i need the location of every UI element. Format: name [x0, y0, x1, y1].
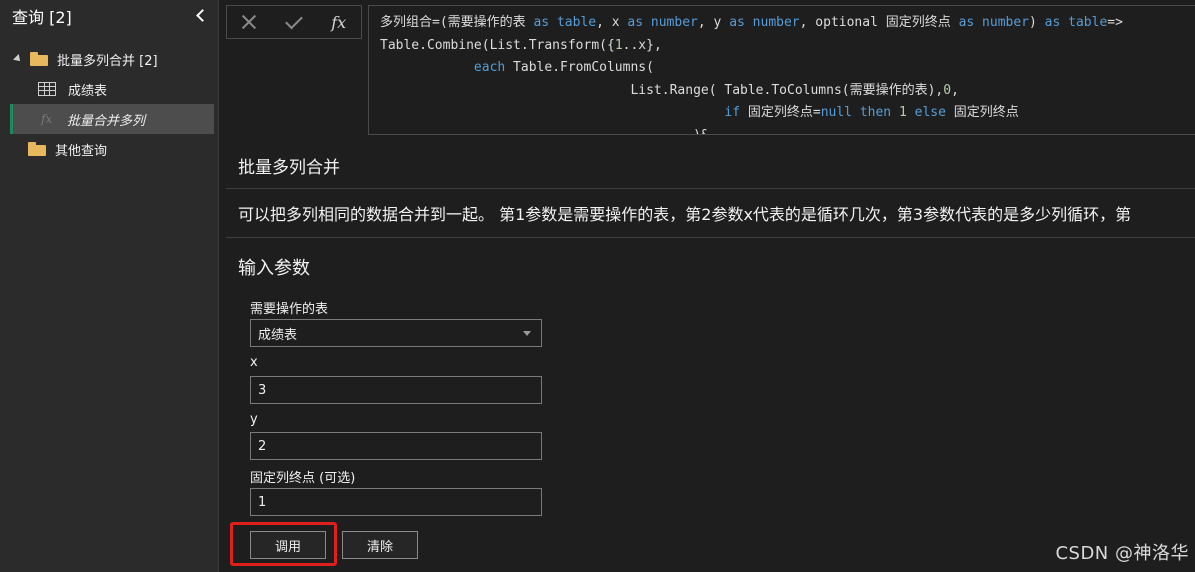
- cancel-formula-button[interactable]: [227, 6, 272, 38]
- clear-button[interactable]: 清除: [342, 531, 418, 559]
- query-group-label: 其他查询: [55, 143, 108, 159]
- formula-actions: fx: [226, 5, 362, 39]
- code-line: Table.Combine(List.Transform({1..x},: [380, 35, 1195, 58]
- param-table-label: 需要操作的表: [250, 302, 329, 317]
- y-input[interactable]: 2: [250, 432, 542, 460]
- query-item-label: 批量合并多列: [67, 113, 146, 129]
- query-group-label: 批量多列合并 [2]: [57, 53, 158, 69]
- code-line-6: )&: [380, 128, 709, 134]
- param-end-label: 固定列终点 (可选): [250, 471, 356, 486]
- query-item-function[interactable]: fx 批量合并多列: [10, 104, 214, 134]
- code-line: List.Range( Table.ToColumns(需要操作的表),0,: [380, 80, 1195, 103]
- table-icon: [38, 82, 56, 96]
- close-icon: [240, 13, 258, 31]
- collapse-chevron-icon[interactable]: [194, 9, 208, 23]
- folder-icon: [30, 52, 48, 66]
- code-line-5: if 固定列终点=null then 1 else 固定列终点: [724, 105, 1019, 121]
- commit-formula-button[interactable]: [272, 6, 317, 38]
- function-panel: 批量多列合并 可以把多列相同的数据合并到一起。 第1参数是需要操作的表，第2参数…: [226, 143, 1195, 280]
- queries-pane: 查询 [2] 批量多列合并 [2] 成绩表 fx 批量合并多列 其他查询: [0, 0, 219, 572]
- code-line-2: Table.Combine(List.Transform({1..x},: [380, 37, 662, 53]
- y-input-value: 2: [258, 438, 267, 454]
- check-icon: [285, 11, 303, 29]
- queries-pane-title: 查询 [2]: [12, 8, 72, 27]
- chevron-down-icon: [523, 331, 531, 336]
- query-tree: 批量多列合并 [2] 成绩表 fx 批量合并多列 其他查询: [0, 44, 218, 164]
- code-line: 多列组合=(需要操作的表 as table, x as number, y as…: [380, 12, 1195, 35]
- function-icon: fx: [41, 112, 53, 126]
- param-y-label: y: [250, 412, 258, 427]
- function-title: 批量多列合并: [226, 143, 1195, 189]
- table-select-value: 成绩表: [258, 327, 298, 343]
- x-input[interactable]: 3: [250, 376, 542, 404]
- code-line: if 固定列终点=null then 1 else 固定列终点: [380, 102, 1195, 125]
- query-group-batch[interactable]: 批量多列合并 [2]: [0, 44, 218, 74]
- code-line: each Table.FromColumns(: [380, 57, 1195, 80]
- x-input-value: 3: [258, 382, 267, 398]
- watermark: CSDN @神洛华: [1055, 543, 1189, 564]
- formula-editor[interactable]: 多列组合=(需要操作的表 as table, x as number, y as…: [368, 5, 1195, 135]
- code-line-3: each Table.FromColumns(: [473, 60, 654, 76]
- param-x-label: x: [250, 355, 258, 370]
- query-item-scores[interactable]: 成绩表: [0, 74, 218, 104]
- insert-function-button[interactable]: fx: [316, 6, 361, 38]
- table-select[interactable]: 成绩表: [250, 319, 542, 347]
- code-line-1: 多列组合=(需要操作的表 as table, x as number, y as…: [380, 15, 1123, 30]
- function-description: 可以把多列相同的数据合并到一起。 第1参数是需要操作的表，第2参数x代表的是循环…: [226, 189, 1195, 238]
- params-heading: 输入参数: [238, 258, 310, 279]
- code-line-4: List.Range( Table.ToColumns(需要操作的表),0,: [380, 82, 959, 98]
- queries-pane-header: 查询 [2]: [0, 0, 218, 32]
- end-column-input-value: 1: [258, 494, 267, 510]
- expand-caret-icon[interactable]: [13, 54, 23, 64]
- invoke-highlight-box: [230, 522, 337, 566]
- code-line: )&: [380, 125, 1195, 134]
- folder-icon: [28, 142, 46, 156]
- fx-icon: fx: [331, 12, 347, 32]
- query-group-other[interactable]: 其他查询: [0, 134, 218, 164]
- query-item-label: 成绩表: [68, 83, 108, 99]
- end-column-input[interactable]: 1: [250, 488, 542, 516]
